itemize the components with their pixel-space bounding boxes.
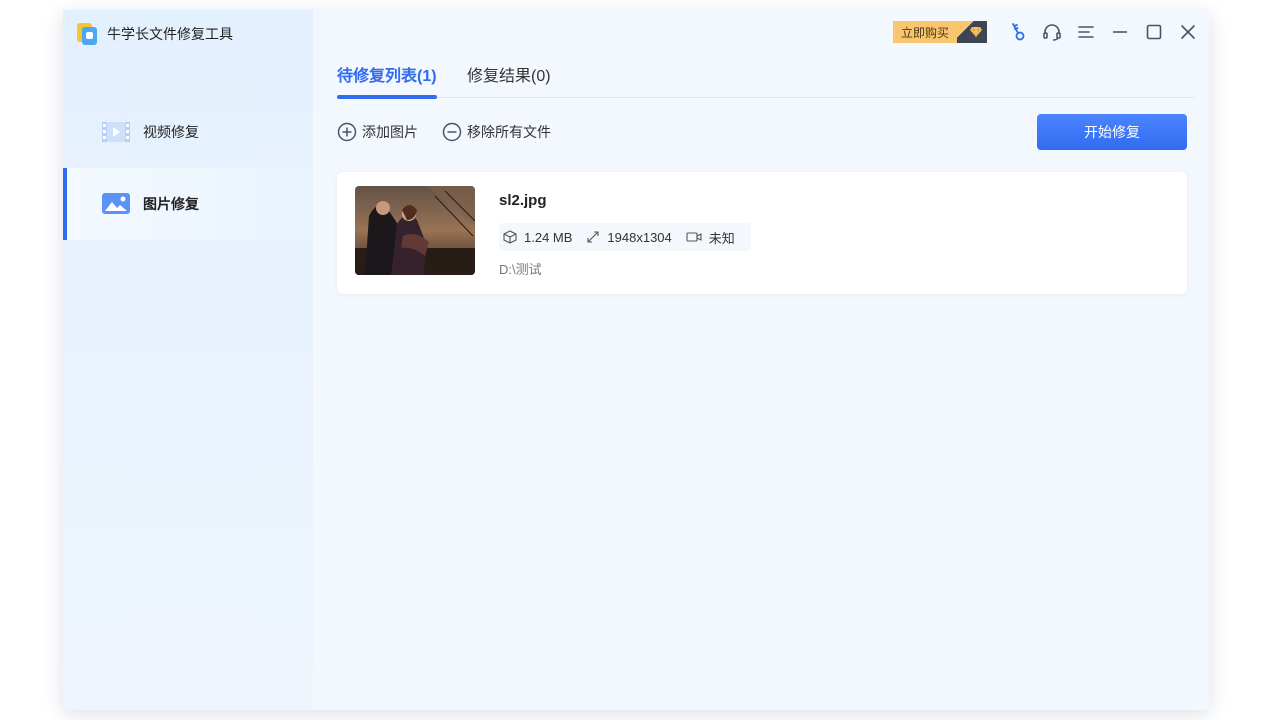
file-duration: 未知 bbox=[708, 230, 735, 246]
headset-icon[interactable] bbox=[1035, 20, 1069, 44]
file-meta: 1.24 MB 1948x1304 未知 bbox=[499, 223, 751, 251]
buy-now-button[interactable]: 立即购买 bbox=[892, 21, 987, 43]
app-window: 牛学长文件修复工具 视频修复 图片修复 立即购买 待修复列表(1) 修复结果(0… bbox=[63, 10, 1209, 710]
menu-icon[interactable] bbox=[1069, 20, 1103, 44]
file-size: 1.24 MB bbox=[524, 229, 573, 245]
buy-now-label: 立即购买 bbox=[892, 21, 957, 43]
minimize-icon[interactable] bbox=[1103, 20, 1137, 44]
sidebar-item-label: 图片修复 bbox=[143, 196, 199, 212]
key-icon[interactable] bbox=[1001, 20, 1035, 44]
close-icon[interactable] bbox=[1171, 20, 1205, 44]
file-card[interactable]: sl2.jpg 1.24 MB 1948x1304 未知 D:\测试 bbox=[337, 172, 1187, 294]
add-image-button[interactable]: 添加图片 bbox=[337, 122, 418, 142]
titlebar: 立即购买 bbox=[892, 20, 1209, 44]
minus-circle-icon bbox=[442, 122, 462, 142]
video-icon bbox=[101, 120, 131, 144]
file-path: D:\测试 bbox=[499, 262, 542, 277]
diamond-icon bbox=[957, 21, 987, 43]
image-icon bbox=[101, 192, 131, 216]
add-image-label: 添加图片 bbox=[362, 124, 418, 140]
file-size-icon bbox=[503, 230, 517, 244]
tab-repair-results[interactable]: 修复结果(0) bbox=[467, 62, 551, 98]
plus-circle-icon bbox=[337, 122, 357, 142]
app-logo-icon bbox=[77, 23, 97, 45]
sidebar-item-label: 视频修复 bbox=[143, 124, 199, 140]
file-name: sl2.jpg bbox=[499, 192, 547, 209]
camera-icon bbox=[686, 232, 702, 242]
file-thumbnail bbox=[355, 186, 475, 275]
sidebar-item-image-repair[interactable]: 图片修复 bbox=[63, 168, 313, 240]
remove-all-label: 移除所有文件 bbox=[467, 124, 551, 140]
main-panel: 立即购买 待修复列表(1) 修复结果(0) 添加图片 移除所有文件 开始修复 s… bbox=[313, 10, 1209, 710]
file-resolution: 1948x1304 bbox=[607, 229, 672, 245]
tab-pending-list[interactable]: 待修复列表(1) bbox=[337, 62, 437, 99]
remove-all-files-button[interactable]: 移除所有文件 bbox=[442, 122, 551, 142]
app-title: 牛学长文件修复工具 bbox=[77, 22, 233, 46]
maximize-icon[interactable] bbox=[1137, 20, 1171, 44]
sidebar: 牛学长文件修复工具 视频修复 图片修复 bbox=[63, 10, 313, 710]
app-name: 牛学长文件修复工具 bbox=[107, 26, 233, 42]
resolution-icon bbox=[587, 231, 599, 243]
toolbar: 添加图片 移除所有文件 开始修复 bbox=[337, 114, 1187, 150]
tab-bar: 待修复列表(1) 修复结果(0) bbox=[337, 58, 1195, 99]
sidebar-item-video-repair[interactable]: 视频修复 bbox=[63, 96, 313, 168]
start-repair-button[interactable]: 开始修复 bbox=[1037, 114, 1187, 150]
